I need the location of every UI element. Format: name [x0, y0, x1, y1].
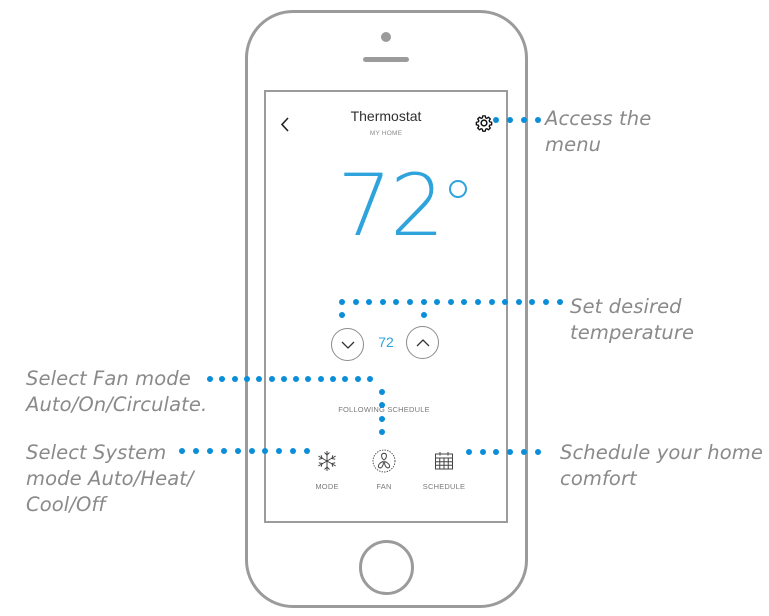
fan-callout-dot: [379, 428, 385, 435]
fan-callout-dot: [317, 376, 324, 382]
callout-system: Select System mode Auto/Heat/ Cool/Off: [26, 440, 194, 518]
temperature-callout-dot: [556, 299, 563, 305]
location-label: MY HOME: [369, 130, 403, 137]
menu-callout-dot: [521, 117, 527, 123]
chevron-left-icon: [280, 117, 289, 132]
schedule-callout-dot: [479, 449, 486, 455]
temperature-callout-dot: [447, 299, 454, 305]
system-callout-dot: [206, 448, 213, 454]
decrease-temperature-button[interactable]: [331, 328, 364, 361]
back-button[interactable]: [278, 112, 294, 136]
gear-icon: [475, 115, 493, 132]
fan-callout-dot: [280, 376, 287, 382]
fan-callout-dot: [219, 376, 226, 382]
callout-temperature-line: Set desired: [570, 295, 682, 318]
chevron-down-icon: [341, 341, 354, 349]
fan-callout-dot: [379, 389, 385, 395]
temperature-callout-dot: [420, 299, 427, 305]
fan-callout-dot: [330, 376, 336, 382]
phone-speaker: [363, 57, 409, 62]
system-callout-dot: [192, 448, 199, 454]
menu-callout-dot: [493, 117, 499, 123]
temperature-callout-dot: [475, 299, 481, 305]
temperature-callout-dot: [488, 299, 495, 305]
system-callout-dot: [234, 448, 241, 454]
schedule-callout-dot: [534, 449, 541, 455]
system-callout-dot: [248, 448, 255, 454]
fan-label: FAN: [376, 482, 392, 491]
fan-callout-dot: [379, 415, 385, 422]
fan-callout-dot: [366, 376, 373, 382]
fan-callout-dot: [243, 376, 250, 382]
menu-button[interactable]: [475, 114, 493, 132]
fan-icon: [372, 449, 396, 473]
callout-system-line: mode Auto/Heat/: [26, 467, 194, 490]
schedule-callout-dot: [520, 449, 527, 455]
schedule-callout-dot: [466, 449, 472, 455]
system-callout-dot: [220, 448, 227, 454]
fan-callout-dot: [268, 376, 275, 382]
mode-button[interactable]: MODE: [297, 449, 357, 491]
callout-schedule-line: Schedule your home: [560, 441, 763, 464]
callout-temperature: Set desired temperature: [570, 294, 694, 346]
callout-menu-line: menu: [545, 133, 602, 156]
temperature-callout-dot: [515, 299, 522, 305]
degree-symbol: [449, 180, 467, 198]
menu-callout-dot: [535, 117, 541, 123]
increase-temperature-button[interactable]: [406, 326, 439, 359]
temperature-callout-dot: [339, 312, 345, 318]
setpoint-value: 72: [378, 334, 394, 350]
temperature-callout-dot: [529, 299, 536, 305]
fan-button[interactable]: FAN: [354, 449, 414, 491]
schedule-label: SCHEDULE: [422, 482, 466, 491]
temperature-callout-dot: [379, 299, 386, 305]
mode-label: MODE: [315, 482, 339, 491]
temperature-callout-dot: [421, 312, 427, 318]
phone-camera: [381, 32, 391, 42]
callout-menu: Access the menu: [545, 106, 651, 158]
fan-callout-dot: [207, 376, 213, 382]
callout-fan: Select Fan mode Auto/On/Circulate.: [26, 366, 207, 418]
temperature-callout-dot: [407, 299, 413, 305]
callout-menu-line: Access the: [545, 107, 652, 130]
snowflake-icon: [318, 451, 336, 471]
temperature-callout-dot: [543, 299, 549, 305]
callout-fan-line: Select Fan mode: [26, 367, 191, 390]
temperature-callout-dot: [352, 299, 359, 305]
callout-system-line: Select System: [26, 441, 167, 464]
menu-callout-dot: [507, 117, 513, 123]
calendar-icon: [435, 452, 453, 470]
current-temperature: 72: [337, 156, 444, 256]
schedule-button[interactable]: SCHEDULE: [414, 449, 474, 491]
home-button[interactable]: [359, 540, 414, 595]
callout-temperature-line: temperature: [570, 321, 695, 344]
fan-callout-dot: [231, 376, 238, 382]
callout-fan-line: Auto/On/Circulate.: [26, 393, 208, 416]
chevron-up-icon: [416, 338, 429, 346]
callout-system-line: Cool/Off: [26, 493, 106, 516]
fan-callout-dot: [354, 376, 361, 382]
callout-schedule-line: comfort: [560, 467, 637, 490]
page-title: Thermostat: [350, 108, 422, 124]
temperature-callout-dot: [339, 299, 345, 305]
callout-schedule: Schedule your home comfort: [560, 440, 763, 492]
